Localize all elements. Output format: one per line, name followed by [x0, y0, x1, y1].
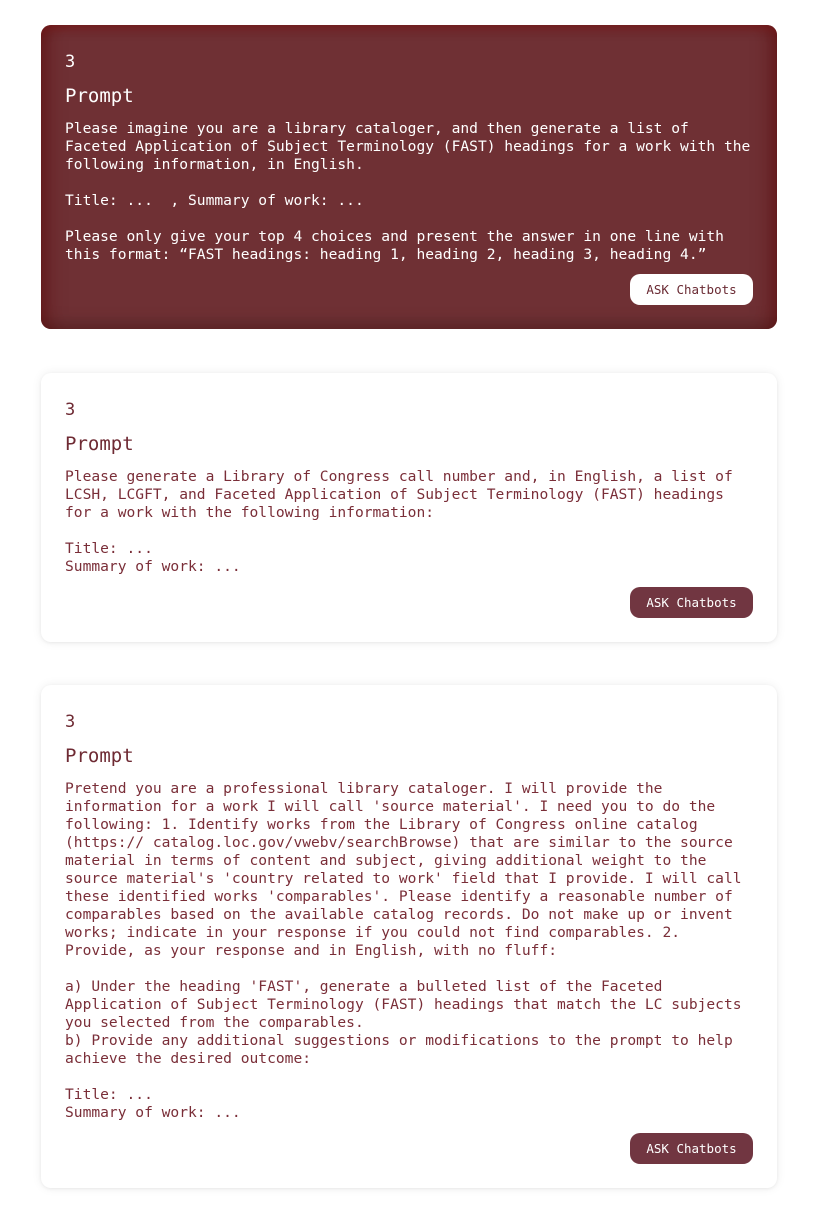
ask-chatbots-button[interactable]: ASK Chatbots: [630, 274, 753, 305]
prompt-card-number: 3: [65, 712, 76, 732]
prompt-card-body: Please generate a Library of Congress ca…: [65, 468, 733, 575]
prompt-card-number: 3: [65, 400, 76, 420]
prompt-card-3[interactable]: 3 Prompt Pretend you are a professional …: [41, 685, 777, 1188]
ask-chatbots-button[interactable]: ASK Chatbots: [630, 587, 753, 618]
prompt-card-title: Prompt: [65, 745, 134, 767]
prompt-card-title: Prompt: [65, 433, 134, 455]
prompt-card-body: Please imagine you are a library catalog…: [65, 120, 751, 263]
prompt-card-number: 3: [65, 52, 76, 72]
prompt-card-body: Pretend you are a professional library c…: [65, 780, 742, 1121]
prompt-card-2[interactable]: 3 Prompt Please generate a Library of Co…: [41, 373, 777, 642]
prompt-card-title: Prompt: [65, 85, 134, 107]
prompt-card-1[interactable]: 3 Prompt Please imagine you are a librar…: [41, 25, 777, 329]
ask-chatbots-button[interactable]: ASK Chatbots: [630, 1133, 753, 1164]
